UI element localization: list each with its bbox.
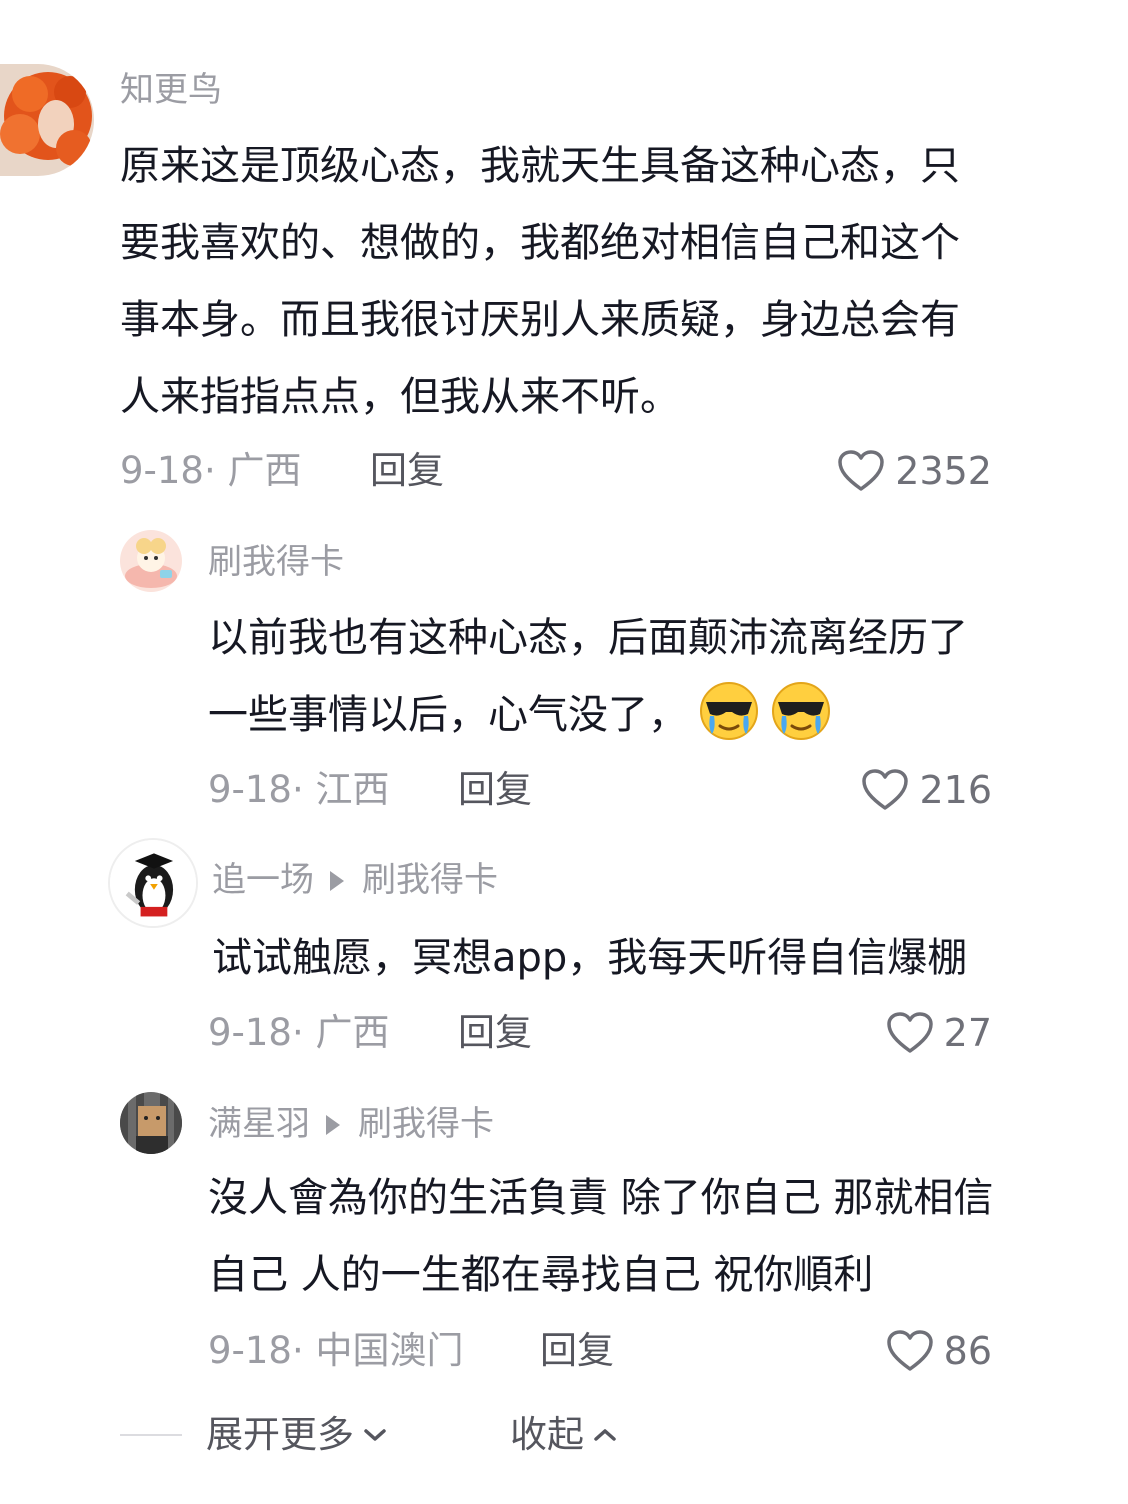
- heart-icon: [886, 1330, 933, 1371]
- like-count: 27: [943, 1011, 992, 1055]
- like-count: 216: [919, 768, 992, 812]
- expand-more-label: 展开更多: [206, 1413, 354, 1456]
- like-button[interactable]: 27: [886, 1009, 992, 1057]
- cool-crying-emoji-icon: [700, 682, 758, 740]
- collapse-label: 收起: [510, 1413, 584, 1456]
- divider: [120, 1434, 182, 1436]
- avatar-image: [120, 1092, 182, 1154]
- comment-meta: 9-18· 广西: [208, 1011, 390, 1054]
- comment-text-line: 自己 人的一生都在尋找自己 祝你順利: [208, 1252, 874, 1298]
- comment-meta: 9-18· 广西: [120, 449, 302, 492]
- like-button[interactable]: 216: [861, 766, 992, 814]
- reply-button[interactable]: 回复: [540, 1327, 614, 1375]
- avatar[interactable]: [108, 838, 198, 928]
- like-button[interactable]: 86: [886, 1327, 992, 1375]
- avatar[interactable]: [0, 64, 94, 176]
- avatar[interactable]: [120, 1092, 182, 1154]
- reply-to-username[interactable]: 刷我得卡: [358, 1104, 494, 1144]
- avatar-image: [120, 530, 182, 592]
- comment-text-line: 一些事情以后，心气没了，: [208, 677, 832, 754]
- reply-button[interactable]: 回复: [370, 447, 444, 495]
- heart-icon: [838, 450, 885, 491]
- avatar-image: [110, 840, 196, 926]
- comment-text-line: 要我喜欢的、想做的，我都绝对相信自己和这个: [120, 220, 960, 266]
- reply-arrow-icon: [330, 870, 344, 891]
- heart-icon: [862, 769, 909, 810]
- comment-username[interactable]: 刷我得卡: [208, 540, 344, 584]
- heart-icon: [886, 1012, 933, 1053]
- comment-text-line: 人来指指点点，但我从来不听。: [120, 374, 680, 420]
- chevron-down-icon: [364, 1429, 386, 1441]
- like-count: 86: [943, 1329, 992, 1373]
- reply-button[interactable]: 回复: [458, 1009, 532, 1057]
- reply-button[interactable]: 回复: [458, 766, 532, 814]
- cool-crying-emoji-icon: [772, 682, 830, 740]
- avatar[interactable]: [120, 530, 182, 592]
- comment-username-text[interactable]: 追一场: [212, 860, 314, 900]
- comment-meta: 9-18· 江西: [208, 768, 390, 811]
- like-button[interactable]: 2352: [837, 447, 992, 495]
- comment-text-line: 沒人會為你的生活負責 除了你自己 那就相信: [208, 1175, 994, 1221]
- reply-arrow-icon: [326, 1114, 340, 1135]
- comment-username: 满星羽 刷我得卡: [208, 1102, 494, 1146]
- comment-username[interactable]: 知更鸟: [120, 68, 222, 112]
- comment-username: 追一场 刷我得卡: [212, 858, 498, 902]
- comment-text-line: 事本身。而且我很讨厌别人来质疑，身边总会有: [120, 297, 960, 343]
- comment-meta: 9-18· 中国澳门: [208, 1329, 464, 1372]
- like-count: 2352: [895, 449, 992, 493]
- avatar-image: [0, 64, 94, 176]
- comment-text-line: 原来这是顶级心态，我就天生具备这种心态，只: [120, 143, 960, 189]
- comment-username-text[interactable]: 满星羽: [208, 1104, 310, 1144]
- chevron-up-icon: [594, 1429, 616, 1441]
- collapse-button[interactable]: 收起: [510, 1411, 618, 1459]
- expand-more-button[interactable]: 展开更多: [206, 1411, 388, 1459]
- comment-text-line: 以前我也有这种心态，后面颠沛流离经历了: [208, 615, 968, 661]
- reply-to-username[interactable]: 刷我得卡: [362, 860, 498, 900]
- comment-text: 一些事情以后，心气没了，: [208, 692, 688, 738]
- comment-text-line: 试试触愿，冥想app，我每天听得自信爆棚: [212, 935, 968, 981]
